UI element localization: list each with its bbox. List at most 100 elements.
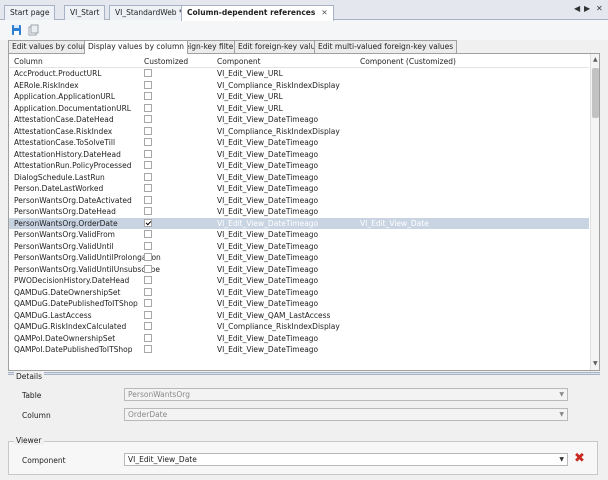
header-customized[interactable]: Customized [144, 57, 188, 66]
chevron-down-icon[interactable]: ▼ [559, 454, 564, 465]
delete-icon[interactable]: ✖ [574, 452, 585, 465]
table-row[interactable]: QAMPoI.DateOwnershipSet VI_Edit_View_Date… [9, 333, 589, 345]
customized-checkbox[interactable] [144, 345, 152, 353]
customized-component-cell: VI_Edit_View_Date [360, 218, 429, 228]
scroll-down-icon[interactable]: ▼ [593, 360, 598, 367]
column-cell: AttestationRun.PolicyProcessed [14, 161, 132, 170]
component-cell: VI_Edit_View_DateTimeago [217, 218, 319, 228]
customized-checkbox[interactable] [144, 92, 152, 100]
column-cell: PWODecisionHistory.DateHead [14, 276, 130, 285]
scroll-tabs-right-icon[interactable]: ▶ [584, 4, 590, 13]
customized-checkbox[interactable] [144, 207, 152, 215]
vertical-scrollbar[interactable]: ▲ ▼ [590, 54, 599, 370]
customized-checkbox[interactable] [144, 276, 152, 284]
table-row[interactable]: QAMDuG.LastAccess VI_Edit_View_QAM_LastAc… [9, 310, 589, 322]
tab-edit-multi-valued-foreign-key-values[interactable]: Edit multi-valued foreign-key values [314, 40, 458, 53]
table-row[interactable]: AttestationCase.DateHead VI_Edit_View_Dat… [9, 114, 589, 126]
splitter[interactable] [8, 372, 600, 375]
table-row[interactable]: AttestationRun.PolicyProcessed VI_Edit_Vi… [9, 160, 589, 172]
customized-checkbox[interactable] [144, 184, 152, 192]
table-row[interactable]: AttestationCase.RiskIndex VI_Compliance_R… [9, 126, 589, 138]
table-row[interactable]: PersonWantsOrg.ValidUntilProlongation VI_… [9, 252, 589, 264]
table-row[interactable]: Application.ApplicationURL VI_Edit_View_U… [9, 91, 589, 103]
customized-checkbox[interactable] [144, 69, 152, 77]
tab-vi-standardweb[interactable]: VI_StandardWeb * [109, 5, 189, 20]
component-label: Component [22, 456, 66, 465]
customized-checkbox[interactable] [144, 161, 152, 169]
header-component-customized[interactable]: Component (Customized) [360, 57, 456, 66]
column-grid: Column Customized Component Component (C… [8, 53, 600, 371]
details-group-title: Details [14, 372, 45, 381]
component-cell: VI_Compliance_RiskIndexDisplay [217, 80, 340, 90]
table-combo: PersonWantsOrg ▼ [124, 388, 568, 401]
table-row[interactable]: QAMDuG.DatePublishedToITShop VI_Edit_View… [9, 298, 589, 310]
table-row[interactable]: PersonWantsOrg.ValidUntilUnsubscribe VI_E… [9, 264, 589, 276]
customized-checkbox[interactable] [144, 287, 152, 296]
component-cell: VI_Edit_View_DateTimeago [217, 253, 319, 262]
header-column[interactable]: Column [14, 57, 43, 66]
header-component[interactable]: Component [217, 57, 261, 66]
customized-checkbox[interactable] [144, 80, 152, 89]
document-tab-bar: Start page VI_Start VI_StandardWeb * Col… [0, 0, 608, 21]
column-cell: PersonWantsOrg.OrderDate [14, 218, 118, 228]
customized-checkbox[interactable] [144, 149, 152, 158]
toolbar [0, 20, 608, 40]
customized-checkbox[interactable] [144, 218, 152, 227]
customized-checkbox[interactable] [144, 115, 152, 123]
tab-label: VI_StandardWeb * [115, 8, 183, 17]
table-row[interactable]: AttestationCase.ToSolveTill VI_Edit_View_… [9, 137, 589, 149]
table-row[interactable]: PersonWantsOrg.DateHead VI_Edit_View_Date… [9, 206, 589, 218]
table-row[interactable]: AttestationHistory.DateHead VI_Edit_View_… [9, 149, 589, 161]
component-combo[interactable]: VI_Edit_View_Date ▼ [124, 453, 568, 466]
table-row[interactable]: AERole.RiskIndex VI_Compliance_RiskIndexD… [9, 80, 589, 92]
close-tab-icon[interactable]: ✕ [321, 8, 327, 17]
save-icon[interactable] [11, 24, 22, 36]
customized-checkbox[interactable] [144, 333, 152, 342]
customized-checkbox[interactable] [144, 264, 152, 273]
customized-checkbox[interactable] [144, 310, 152, 319]
tab-display-values-by-column[interactable]: Display values by column [84, 40, 188, 54]
table-label: Table [22, 391, 42, 400]
copy-icon[interactable] [28, 24, 39, 36]
scroll-thumb[interactable] [592, 68, 599, 118]
customized-checkbox[interactable] [144, 126, 152, 135]
table-row[interactable]: QAMPoI.DatePublishedToITShop VI_Edit_View… [9, 344, 589, 356]
table-row[interactable]: PersonWantsOrg.DateActivated VI_Edit_View… [9, 195, 589, 207]
customized-checkbox[interactable] [144, 299, 152, 307]
close-window-icon[interactable]: ✕ [596, 4, 603, 13]
tab-start-page[interactable]: Start page [4, 5, 56, 20]
table-row[interactable]: Person.DateLastWorked VI_Edit_View_DateTi… [9, 183, 589, 195]
table-row[interactable]: PWODecisionHistory.DateHead VI_Edit_View_… [9, 275, 589, 287]
chevron-down-icon: ▼ [559, 391, 564, 398]
customized-checkbox[interactable] [144, 253, 152, 261]
component-cell: VI_Edit_View_DateTimeago [217, 264, 319, 274]
table-row[interactable]: Application.DocumentationURL VI_Edit_View… [9, 103, 589, 115]
column-cell: AttestationCase.ToSolveTill [14, 138, 116, 147]
component-cell: VI_Edit_View_DateTimeago [217, 172, 319, 182]
tab-column-dependent-references[interactable]: Column-dependent references ✕ [181, 5, 334, 21]
table-row[interactable]: DialogSchedule.LastRun VI_Edit_View_DateT… [9, 172, 589, 184]
column-cell: AttestationCase.RiskIndex [14, 126, 113, 136]
table-row[interactable]: AccProduct.ProductURL VI_Edit_View_URL [9, 68, 589, 80]
customized-checkbox[interactable] [144, 230, 152, 238]
table-row[interactable]: PersonWantsOrg.ValidFrom VI_Edit_View_Dat… [9, 229, 589, 241]
scroll-up-icon[interactable]: ▲ [593, 56, 598, 63]
customized-checkbox[interactable] [144, 103, 152, 112]
table-row[interactable]: QAMDuG.RiskIndexCalculated VI_Compliance_… [9, 321, 589, 333]
customized-checkbox[interactable] [144, 138, 152, 146]
table-row[interactable]: PersonWantsOrg.OrderDate VI_Edit_View_Dat… [9, 217, 589, 229]
tab-vi-start[interactable]: VI_Start [64, 5, 106, 20]
component-cell: VI_Edit_View_DateTimeago [217, 149, 319, 159]
table-row[interactable]: QAMDuG.DateOwnershipSet VI_Edit_View_Date… [9, 287, 589, 299]
customized-checkbox[interactable] [144, 241, 152, 250]
component-cell: VI_Edit_View_DateTimeago [217, 195, 319, 205]
component-cell: VI_Edit_View_URL [217, 103, 283, 113]
table-row[interactable]: PersonWantsOrg.ValidUntil VI_Edit_View_Da… [9, 241, 589, 253]
scroll-tabs-left-icon[interactable]: ◀ [574, 4, 580, 13]
column-cell: AttestationHistory.DateHead [14, 149, 121, 159]
component-cell: VI_Edit_View_URL [217, 69, 283, 78]
customized-checkbox[interactable] [144, 195, 152, 204]
column-cell: PersonWantsOrg.ValidUntil [14, 241, 114, 251]
customized-checkbox[interactable] [144, 172, 152, 181]
customized-checkbox[interactable] [144, 322, 152, 330]
